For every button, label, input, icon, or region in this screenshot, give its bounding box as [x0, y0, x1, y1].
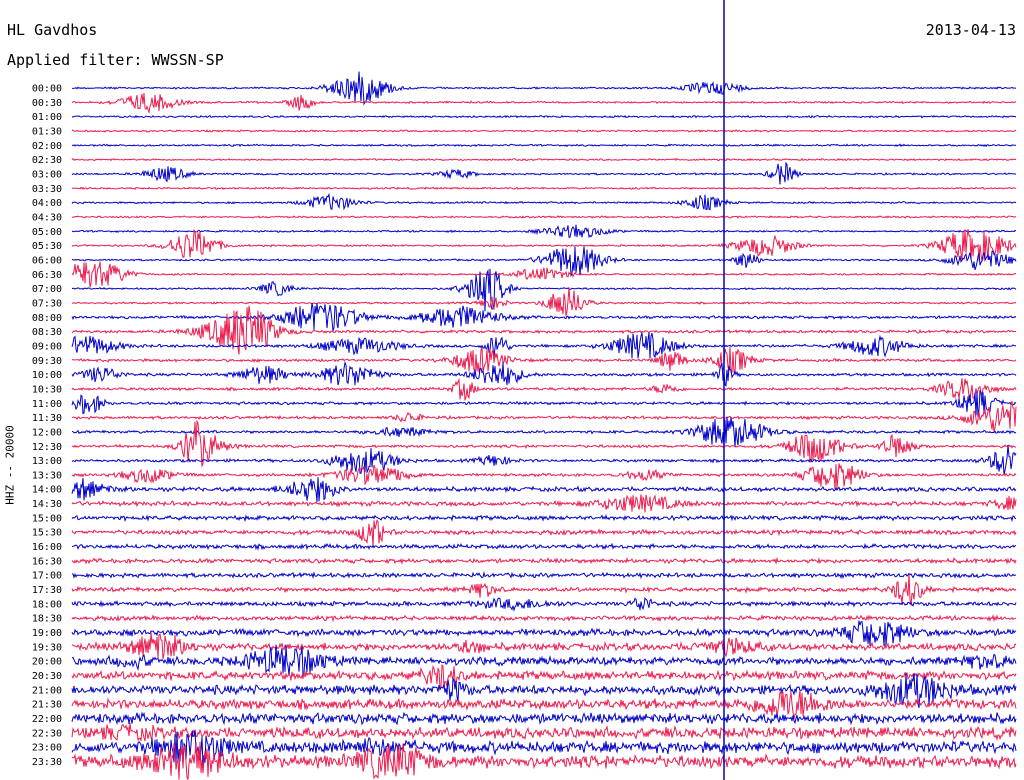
trace-row — [71, 92, 1017, 114]
row-time-label: 14:00 — [32, 485, 62, 496]
trace-row — [71, 157, 1017, 162]
row-time-label: 10:30 — [32, 384, 62, 395]
trace-row — [71, 477, 1017, 502]
trace-row — [71, 419, 1017, 468]
row-time-label: 18:30 — [32, 614, 62, 625]
trace-row — [71, 302, 1017, 332]
row-time-label: 22:00 — [32, 714, 62, 725]
trace-row — [71, 597, 1017, 613]
row-time-label: 12:30 — [32, 442, 62, 453]
trace-row — [71, 215, 1017, 219]
trace-row — [71, 161, 1017, 185]
trace-row — [72, 71, 1017, 106]
seismic-traces — [71, 71, 1017, 780]
trace-row — [71, 192, 1017, 211]
row-time-label: 15:00 — [32, 513, 62, 524]
row-time-label: 18:00 — [32, 599, 62, 610]
row-time-label: 12:00 — [32, 427, 62, 438]
row-time-label: 20:30 — [32, 671, 62, 682]
row-time-label: 06:30 — [32, 270, 62, 281]
row-time-label: 06:00 — [32, 255, 62, 266]
row-time-label: 05:00 — [32, 227, 62, 238]
trace-row — [71, 143, 1017, 148]
trace-row — [71, 663, 1017, 689]
trace-row — [71, 377, 1017, 401]
row-time-label: 21:00 — [32, 685, 62, 696]
row-time-label: 02:00 — [32, 141, 62, 152]
row-time-label: 09:00 — [32, 341, 62, 352]
trace-row — [71, 513, 1017, 523]
row-time-label: 20:00 — [32, 657, 62, 668]
row-time-label: 19:00 — [32, 628, 62, 639]
row-time-label: 19:30 — [32, 642, 62, 653]
trace-row — [71, 519, 1017, 548]
row-time-label: 04:00 — [32, 198, 62, 209]
trace-row — [71, 494, 1017, 513]
row-time-label: 14:30 — [32, 499, 62, 510]
row-time-label: 07:30 — [32, 298, 62, 309]
trace-row — [71, 463, 1017, 490]
trace-row — [71, 287, 1017, 317]
row-time-label: 13:30 — [32, 470, 62, 481]
row-time-label: 11:00 — [32, 399, 62, 410]
row-time-label: 23:00 — [32, 743, 62, 754]
row-time-label: 01:30 — [32, 126, 62, 137]
trace-row — [71, 346, 1017, 375]
trace-row — [71, 542, 1016, 551]
trace-row — [71, 129, 1017, 133]
trace-row — [71, 445, 1017, 476]
trace-row — [71, 722, 1017, 742]
trace-row — [71, 186, 1016, 191]
row-time-label: 05:30 — [32, 241, 62, 252]
trace-row — [71, 711, 1017, 726]
row-time-label: 00:00 — [32, 84, 62, 95]
row-time-label: 03:30 — [32, 184, 62, 195]
trace-row — [71, 360, 1017, 387]
row-time-label: 09:30 — [32, 356, 62, 367]
trace-row — [71, 573, 1017, 606]
row-time-label: 04:30 — [32, 212, 62, 223]
trace-row — [71, 614, 1017, 623]
row-time-label: 08:30 — [32, 327, 62, 338]
trace-row — [71, 261, 1017, 288]
row-time-label: 08:00 — [32, 313, 62, 324]
row-time-label: 16:30 — [32, 556, 62, 567]
row-time-label: 15:30 — [32, 528, 62, 539]
row-time-label: 13:00 — [32, 456, 62, 467]
trace-row — [71, 620, 1017, 646]
trace-row — [71, 229, 1017, 263]
trace-row — [71, 556, 1017, 565]
trace-row — [71, 400, 1017, 433]
row-time-label: 21:30 — [32, 700, 62, 711]
trace-row — [71, 390, 1017, 417]
row-time-label: 17:00 — [32, 571, 62, 582]
row-time-label: 02:30 — [32, 155, 62, 166]
row-time-label: 00:30 — [32, 98, 62, 109]
row-time-label: 03:00 — [32, 169, 62, 180]
row-time-label: 11:30 — [32, 413, 62, 424]
row-time-label: 23:30 — [32, 757, 62, 768]
trace-row — [71, 570, 1017, 580]
row-time-label: 10:00 — [32, 370, 62, 381]
trace-row — [71, 224, 1017, 239]
time-ticks: 00:00 00:30 01:00 01:30 02:00 02:30 03:00 03:30… — [32, 84, 62, 769]
row-time-label: 16:00 — [32, 542, 62, 553]
row-time-label: 22:30 — [32, 728, 62, 739]
row-time-label: 17:30 — [32, 585, 62, 596]
trace-row — [71, 114, 1017, 119]
row-time-label: 01:00 — [32, 112, 62, 123]
helicorder-plot: 00:00 00:30 01:00 01:30 02:00 02:30 03:00 03:30… — [32, 0, 1017, 780]
row-time-label: 07:00 — [32, 284, 62, 295]
